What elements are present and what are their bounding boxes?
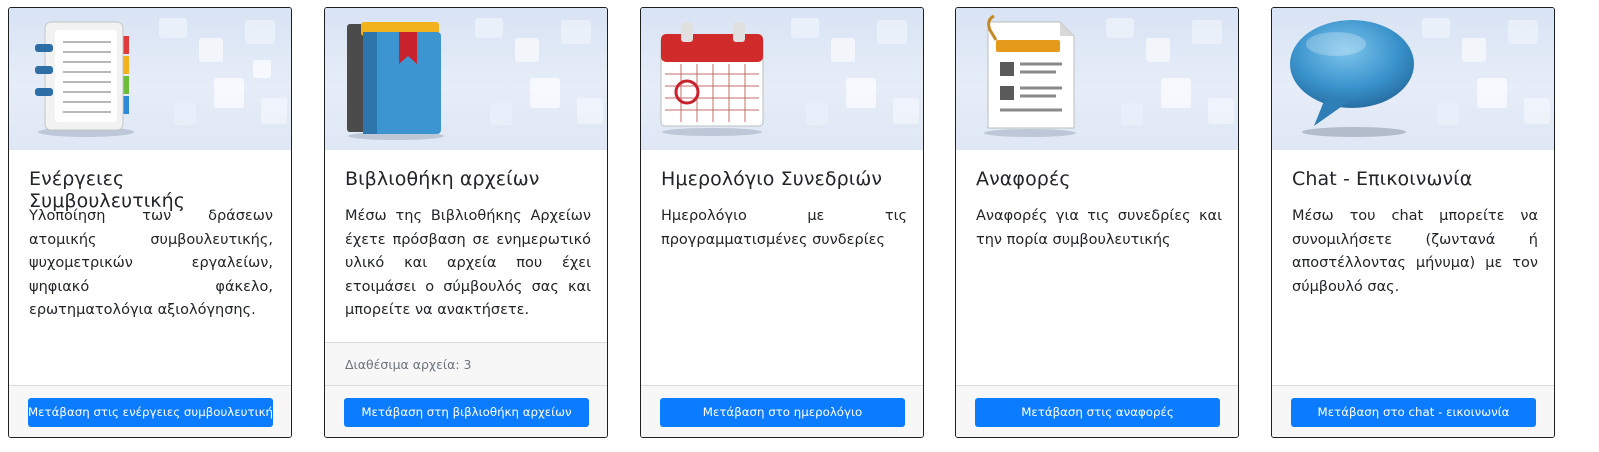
- card-description: Μέσω της Βιβλιοθήκης Αρχείων έχετε πρόσβ…: [345, 208, 591, 318]
- card-chat: Chat - Επικοινωνία Μέσω του chat μπορείτ…: [1271, 7, 1555, 438]
- card-file-library: Βιβλιοθήκη αρχείων Μέσω της Βιβλιοθήκης …: [324, 7, 608, 438]
- card-title: Βιβλιοθήκη αρχείων: [345, 168, 540, 190]
- card-description: Μέσω του chat μπορείτε να συνομιλήσετε (…: [1292, 208, 1538, 295]
- card-image: [9, 8, 291, 150]
- card-footer: Μετάβαση στις αναφορές: [956, 385, 1238, 437]
- card-image: [641, 8, 923, 150]
- card-sessions-calendar: Ημερολόγιο Συνεδριών Ημερολόγιο με τις π…: [640, 7, 924, 438]
- calendar-icon: [660, 22, 764, 136]
- card-footer: Μετάβαση στις ενέργειες συμβουλευτικής: [9, 385, 291, 437]
- available-files-count: Διαθέσιμα αρχεία: 3: [345, 357, 472, 372]
- report-document-icon: [984, 14, 1076, 137]
- card-description: Ημερολόγιο με τις προγραμματισμένες συνδ…: [661, 208, 907, 248]
- card-image: [325, 8, 607, 150]
- card-footer: Μετάβαση στη βιβλιοθήκη αρχείων: [325, 385, 607, 437]
- go-to-reports-button[interactable]: Μετάβαση στις αναφορές: [975, 398, 1220, 427]
- go-to-chat-button[interactable]: Μετάβαση στο chat - εικοινωνία: [1291, 398, 1536, 427]
- card-reports: Αναφορές Αναφορές για τις συνεδρίες και …: [955, 7, 1239, 438]
- address-book-icon: [35, 21, 134, 137]
- card-description: Αναφορές για τις συνεδρίες και την πορία…: [976, 208, 1222, 248]
- go-to-counseling-actions-button[interactable]: Μετάβαση στις ενέργειες συμβουλευτικής: [28, 398, 280, 427]
- go-to-file-library-button[interactable]: Μετάβαση στη βιβλιοθήκη αρχείων: [344, 398, 589, 427]
- books-icon: [347, 22, 444, 140]
- card-title: Ημερολόγιο Συνεδριών: [661, 168, 883, 190]
- card-footer: Μετάβαση στο ημερολόγιο: [641, 385, 923, 437]
- speech-bubble-icon: [1290, 20, 1414, 137]
- card-footer: Μετάβαση στο chat - εικοινωνία: [1272, 385, 1554, 437]
- card-title: Chat - Επικοινωνία: [1292, 168, 1473, 190]
- cards-grid: Ενέργειες Συμβουλευτικής Υλοποίηση των δ…: [0, 0, 1599, 452]
- available-files-info: Διαθέσιμα αρχεία: 3: [325, 342, 607, 385]
- card-counseling-actions: Ενέργειες Συμβουλευτικής Υλοποίηση των δ…: [8, 7, 292, 438]
- card-image: [1272, 8, 1554, 150]
- go-to-calendar-button[interactable]: Μετάβαση στο ημερολόγιο: [660, 398, 905, 427]
- card-image: [956, 8, 1238, 150]
- card-title: Αναφορές: [976, 168, 1071, 190]
- card-description: Υλοποίηση των δράσεων ατομικής συμβουλευ…: [29, 208, 273, 318]
